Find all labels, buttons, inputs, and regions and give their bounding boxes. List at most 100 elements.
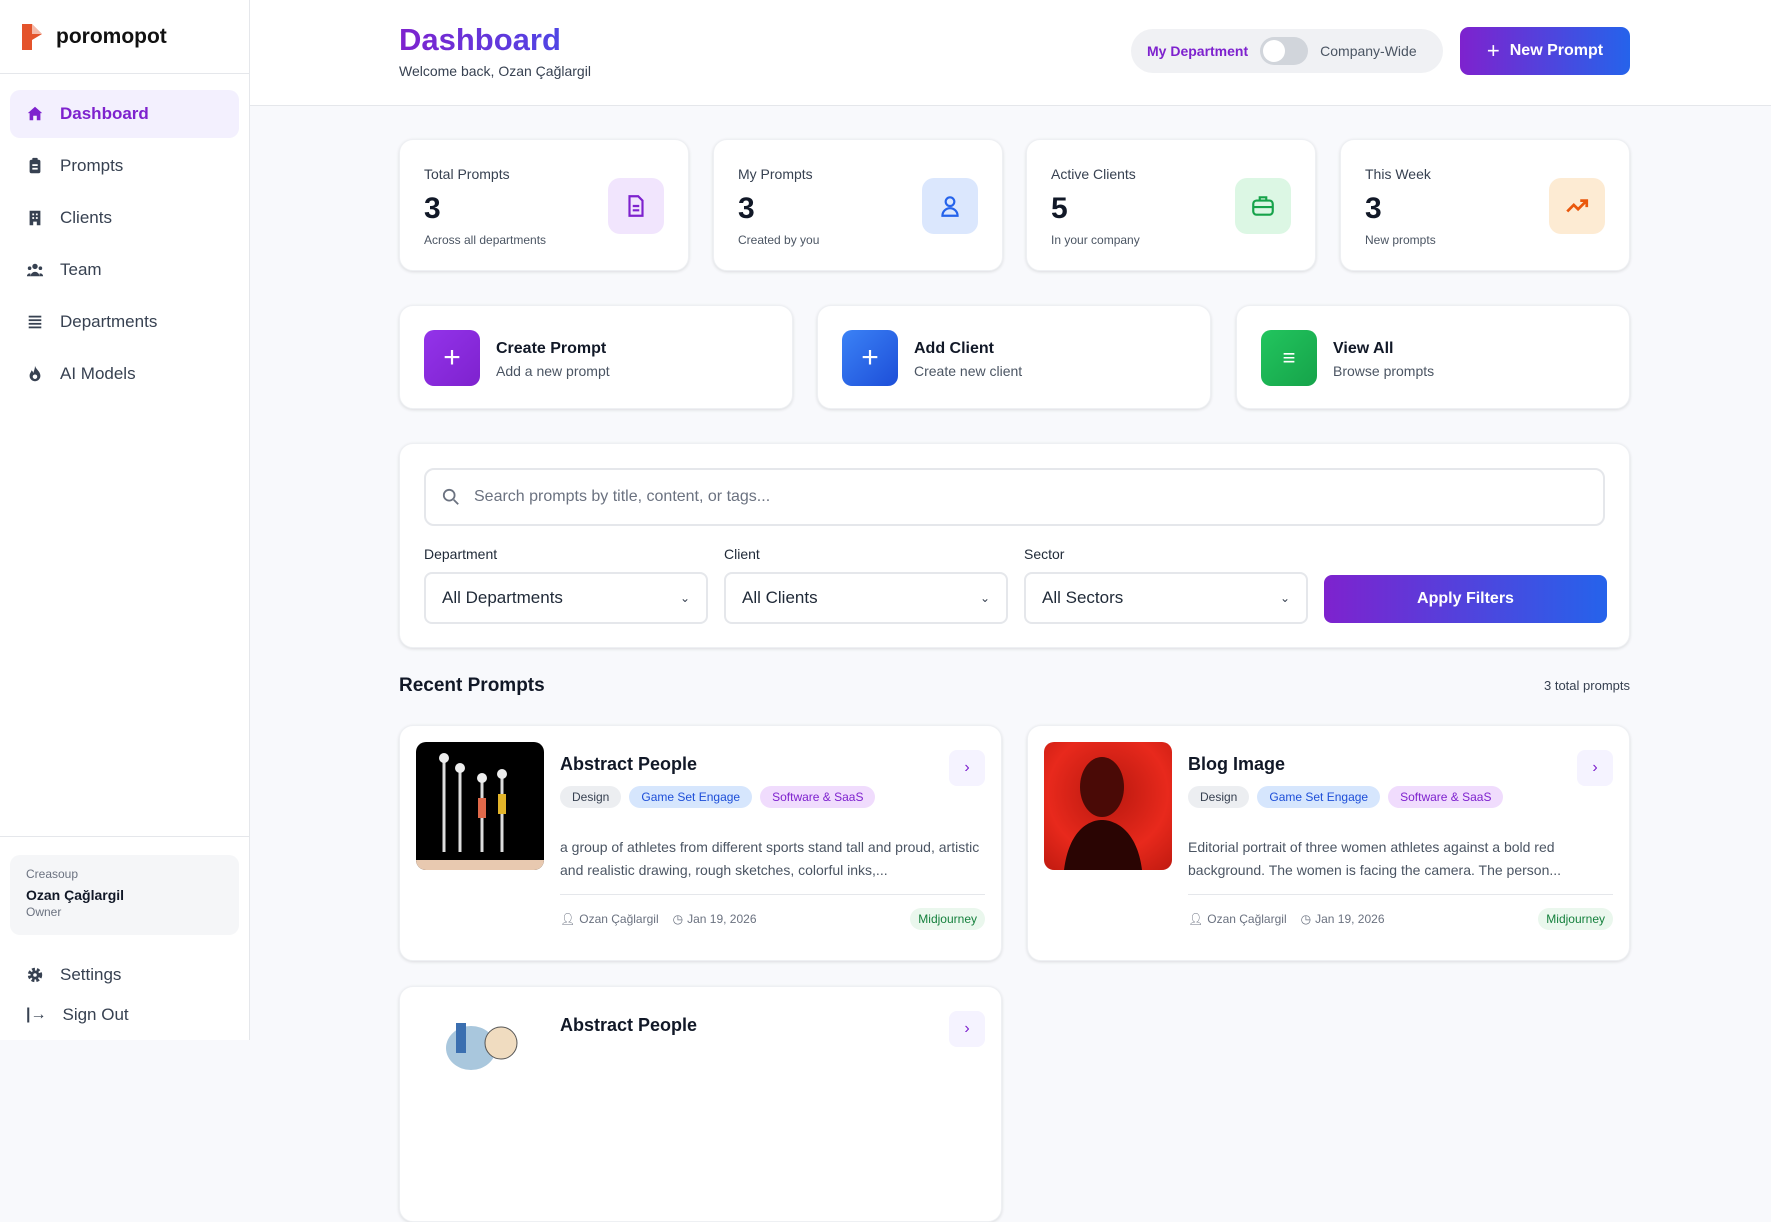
sector-value: All Sectors [1042, 588, 1123, 608]
prompt-title: Abstract People [560, 754, 697, 775]
stat-sub: New prompts [1365, 233, 1436, 247]
sign-out-label: Sign Out [62, 1005, 128, 1025]
prompt-thumbnail [1044, 742, 1172, 870]
tag: Game Set Engage [629, 786, 752, 808]
stat-card-my-prompts: My Prompts 3 Created by you [713, 139, 1003, 271]
clock-icon: ◷ [673, 912, 683, 926]
welcome-text: Welcome back, Ozan Çağlargil [399, 63, 591, 79]
scope-switch[interactable] [1260, 37, 1308, 65]
department-value: All Departments [442, 588, 563, 608]
sign-out-link[interactable]: |→Sign Out [10, 995, 239, 1035]
stat-value: 3 [1365, 192, 1382, 226]
prompt-author: Ozan Çağlargil [1207, 912, 1286, 926]
apply-filters-button[interactable]: Apply Filters [1324, 575, 1607, 623]
page-title: Dashboard [399, 22, 561, 58]
prompt-description: Editorial portrait of three women athlet… [1188, 836, 1608, 882]
prompt-author: Ozan Çağlargil [579, 912, 658, 926]
app-name: poromopot [56, 25, 167, 49]
sidebar-item-departments[interactable]: Departments [10, 298, 239, 346]
plus-icon: + [424, 330, 480, 386]
stat-label: Active Clients [1051, 166, 1136, 182]
view-all-action[interactable]: ≡ View All Browse prompts [1236, 305, 1630, 409]
sidebar-item-ai-models[interactable]: AI Models [10, 350, 239, 398]
sidebar-item-clients[interactable]: Clients [10, 194, 239, 242]
stat-sub: In your company [1051, 233, 1140, 247]
search-input[interactable]: Search prompts by title, content, or tag… [424, 468, 1605, 526]
filter-panel: Search prompts by title, content, or tag… [399, 443, 1630, 648]
prompt-tags: Design Game Set Engage Software & SaaS [560, 786, 875, 808]
clipboard-icon [26, 157, 44, 175]
trending-up-icon [1549, 178, 1605, 234]
sector-select[interactable]: All Sectors⌄ [1024, 572, 1308, 624]
recent-prompts-heading: Recent Prompts [399, 675, 545, 697]
user-role: Owner [26, 905, 223, 919]
chevron-down-icon: ⌄ [980, 591, 990, 605]
sidebar-item-team[interactable]: Team [10, 246, 239, 294]
prompt-meta: 👤︎ Ozan Çağlargil ◷ Jan 19, 2026 [1188, 912, 1385, 926]
chevron-right-icon[interactable]: › [1577, 750, 1613, 786]
create-prompt-action[interactable]: + Create Prompt Add a new prompt [399, 305, 793, 409]
gear-icon [26, 966, 44, 984]
user-icon: 👤︎ [1188, 912, 1203, 926]
settings-label: Settings [60, 965, 121, 985]
sidebar-item-label: Prompts [60, 156, 123, 176]
prompt-card[interactable]: Abstract People Design Game Set Engage Sof… [399, 725, 1002, 961]
sidebar-item-label: Clients [60, 208, 112, 228]
divider [560, 894, 985, 895]
client-select[interactable]: All Clients ⌄ [724, 572, 1008, 624]
prompt-card[interactable]: Abstract People › [399, 986, 1002, 1222]
new-prompt-button[interactable]: + New Prompt [1460, 27, 1630, 75]
clock-icon: ◷ [1301, 912, 1311, 926]
prompt-card[interactable]: Blog Image DesignGame Set EngageSoftware… [1027, 725, 1630, 961]
prompt-title: Abstract People [560, 1015, 697, 1036]
stat-value: 3 [424, 192, 441, 226]
client-value: All Clients [742, 588, 818, 608]
total-prompts-count: 3 total prompts [1544, 678, 1630, 693]
list-icon: ≡ [1261, 330, 1317, 386]
sidebar-item-label: Dashboard [60, 104, 149, 124]
action-title: Create Prompt [496, 340, 606, 358]
settings-link[interactable]: Settings [10, 955, 239, 995]
new-prompt-label: New Prompt [1510, 42, 1603, 60]
chevron-down-icon: ⌄ [680, 591, 690, 605]
top-header: Dashboard Welcome back, Ozan Çağlargil M… [250, 0, 1771, 106]
tag: Software & SaaS [760, 786, 875, 808]
prompt-meta: 👤︎Ozan Çağlargil◷Jan 19, 2026 [560, 912, 757, 926]
sidebar-item-prompts[interactable]: Prompts [10, 142, 239, 190]
tag: Design [560, 786, 621, 808]
sidebar-item-dashboard[interactable]: Dashboard [10, 90, 239, 138]
stat-value: 5 [1051, 192, 1068, 226]
model-badge: Midjourney [1538, 908, 1613, 930]
document-icon [608, 178, 664, 234]
search-placeholder: Search prompts by title, content, or tag… [474, 488, 770, 506]
sidebar-nav: Dashboard Prompts Clients Team Departmen… [0, 74, 249, 418]
search-icon [442, 488, 460, 506]
stat-value: 3 [738, 192, 755, 226]
sector-label: Sector [1024, 546, 1064, 562]
stat-card-active-clients: Active Clients 5 In your company [1026, 139, 1316, 271]
user-name: Ozan Çağlargil [26, 887, 223, 903]
tag: Game Set Engage [1257, 786, 1380, 808]
add-client-action[interactable]: + Add Client Create new client [817, 305, 1211, 409]
stat-sub: Created by you [738, 233, 819, 247]
action-sub: Create new client [914, 363, 1022, 379]
stat-label: This Week [1365, 166, 1431, 182]
plus-icon: + [1487, 38, 1500, 64]
toggle-company-wide[interactable]: Company-Wide [1320, 43, 1416, 59]
sidebar-item-label: AI Models [60, 364, 136, 384]
chevron-right-icon[interactable]: › [949, 1011, 985, 1047]
stat-card-this-week: This Week 3 New prompts [1340, 139, 1630, 271]
model-badge: Midjourney [910, 908, 985, 930]
department-select[interactable]: All Departments ⌄ [424, 572, 708, 624]
prompt-date: Jan 19, 2026 [1315, 912, 1384, 926]
stat-label: My Prompts [738, 166, 813, 182]
chevron-right-icon[interactable]: › [949, 750, 985, 786]
sidebar-footer: Creasoup Ozan Çağlargil Owner Settings |… [0, 836, 249, 1053]
sidebar-item-label: Departments [60, 312, 157, 332]
user-icon: 👤︎ [560, 912, 575, 926]
divider [1188, 894, 1613, 895]
logo[interactable]: poromopot [0, 0, 249, 74]
toggle-my-department[interactable]: My Department [1147, 43, 1248, 59]
stat-sub: Across all departments [424, 233, 546, 247]
scope-toggle: My Department Company-Wide [1131, 29, 1443, 73]
